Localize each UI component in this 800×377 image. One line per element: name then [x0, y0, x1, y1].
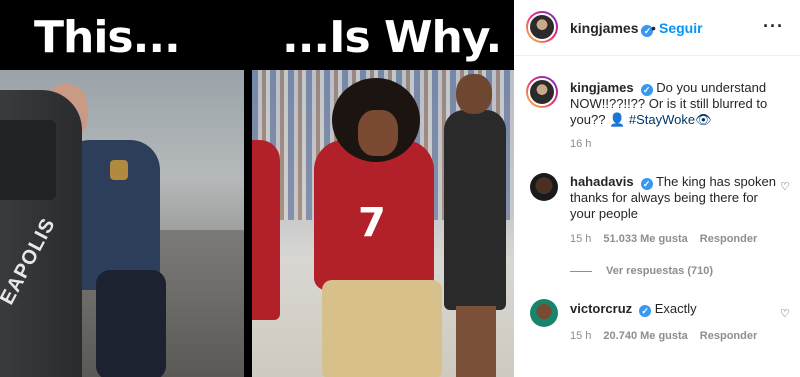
reply-button[interactable]: Responder — [700, 233, 757, 245]
post-image[interactable]: This... ...Is Why. EAPOLIS 7 — [0, 0, 514, 377]
reply-button[interactable]: Responder — [700, 330, 757, 342]
standing-player-legs — [456, 306, 496, 377]
kneeling-player-face — [358, 110, 398, 156]
comment-meta: 15 h 51.033 Me gusta Responder — [570, 233, 757, 245]
hashtag-link[interactable]: #StayWoke👁 — [629, 112, 712, 127]
comment-meta: 15 h 20.740 Me gusta Responder — [570, 330, 757, 342]
caption-username[interactable]: kingjames — [570, 80, 634, 95]
commenter-avatar[interactable] — [530, 173, 558, 201]
car-window — [0, 120, 56, 200]
photo-panel-left: EAPOLIS — [0, 70, 244, 377]
meme-caption-right: ...Is Why. — [282, 12, 502, 63]
caption-meta: 16 h — [570, 138, 591, 150]
meme-caption-left: This... — [34, 12, 181, 63]
comment-item: hahadavis ✓ The king has spoken thanks fo… — [570, 174, 786, 222]
comment-timestamp[interactable]: 15 h — [570, 330, 591, 342]
verified-badge-icon: ✓ — [640, 84, 653, 96]
commenter-username[interactable]: hahadavis — [570, 174, 634, 189]
separator-dot: • — [651, 20, 656, 36]
comment-likes[interactable]: 51.033 Me gusta — [603, 233, 687, 245]
post-sidebar: kingjames ✓ • Seguir ··· kingjames ✓ Do yo… — [514, 0, 800, 377]
officer-leg — [96, 270, 166, 377]
comment-text: Exactly — [654, 301, 697, 316]
post-caption: kingjames ✓ Do you understand NOW!!??!!??… — [570, 80, 786, 128]
player-left-edge — [252, 140, 280, 320]
author-username-row[interactable]: kingjames ✓ — [570, 20, 654, 38]
standing-player — [444, 110, 506, 310]
verified-badge-icon: ✓ — [640, 178, 653, 190]
like-heart-icon[interactable]: ♡ — [780, 308, 792, 320]
standing-player-head — [456, 74, 492, 114]
police-badge — [110, 160, 128, 180]
follow-button[interactable]: Seguir — [659, 20, 703, 36]
like-heart-icon[interactable]: ♡ — [780, 181, 792, 193]
author-username[interactable]: kingjames — [570, 20, 638, 36]
more-options-icon[interactable]: ··· — [763, 16, 784, 37]
caption-timestamp[interactable]: 16 h — [570, 138, 591, 150]
comment-likes[interactable]: 20.740 Me gusta — [603, 330, 687, 342]
post-header: kingjames ✓ • Seguir ··· — [514, 0, 800, 56]
photo-panel-right: 7 — [252, 70, 514, 377]
commenter-username[interactable]: victorcruz — [570, 301, 632, 316]
kneeling-player-legs — [322, 280, 442, 377]
comment-item: victorcruz ✓ Exactly — [570, 301, 786, 317]
caption-author-avatar[interactable] — [526, 76, 558, 108]
replies-divider — [570, 270, 592, 272]
jersey-number: 7 — [358, 200, 386, 246]
view-replies-label: Ver respuestas (710) — [606, 265, 714, 277]
author-avatar-image — [528, 13, 556, 41]
view-replies-button[interactable]: Ver respuestas (710) — [570, 265, 713, 277]
author-avatar[interactable] — [526, 11, 558, 43]
verified-badge-icon: ✓ — [639, 305, 652, 317]
comment-timestamp[interactable]: 15 h — [570, 233, 591, 245]
commenter-avatar[interactable] — [530, 299, 558, 327]
caption-author-avatar-image — [528, 78, 556, 106]
